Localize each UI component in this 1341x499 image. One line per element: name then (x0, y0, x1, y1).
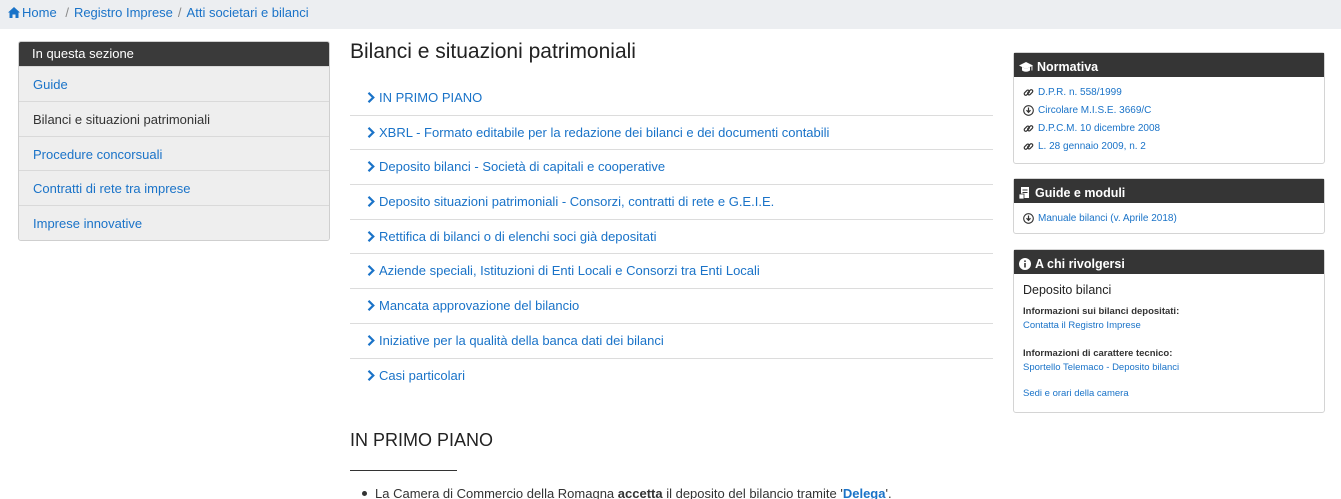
guide-link[interactable]: Manuale bilanci (v. Aprile 2018) (1023, 209, 1324, 227)
sidebar-item-contratti-di-rete[interactable]: Contratti di rete tra imprese (19, 170, 329, 206)
normativa-link-label: D.P.R. n. 558/1999 (1038, 86, 1122, 98)
download-icon (1023, 212, 1034, 224)
breadcrumb-home[interactable]: Home (8, 5, 60, 20)
news-text-bold: accetta (617, 486, 663, 499)
contacts-title: A chi rivolgersi (1035, 257, 1125, 271)
topic-link-row[interactable]: Rettifica di bilanci o di elenchi soci g… (350, 220, 993, 255)
normativa-box: Normativa D.P.R. n. 558/1999 Circolare M.… (1013, 52, 1325, 164)
topic-link-row[interactable]: Deposito situazioni patrimoniali - Conso… (350, 185, 993, 220)
breadcrumb-home-label: Home (22, 5, 57, 20)
normativa-link-label: L. 28 gennaio 2009, n. 2 (1038, 140, 1146, 152)
section-divider (350, 470, 457, 471)
download-icon (1023, 104, 1034, 116)
topic-link-row[interactable]: Deposito bilanci - Società di capitali e… (350, 150, 993, 186)
news-text-prefix: La Camera di Commercio della Romagna (375, 486, 618, 499)
chevron-right-icon (367, 92, 375, 103)
topic-link-label: Aziende speciali, Istituzioni di Enti Lo… (379, 263, 760, 279)
section-sidebar: In questa sezione Guide Bilanci e situaz… (18, 41, 330, 241)
topic-link-row[interactable]: XBRL - Formato editabile per la redazion… (350, 116, 993, 151)
normativa-list: D.P.R. n. 558/1999 Circolare M.I.S.E. 366… (1014, 77, 1324, 155)
normativa-link[interactable]: D.P.R. n. 558/1999 (1023, 83, 1324, 101)
contacts-header: A chi rivolgersi (1014, 250, 1324, 274)
breadcrumb-separator: / (177, 5, 182, 20)
sidebar-item-bilanci[interactable]: Bilanci e situazioni patrimoniali (19, 100, 329, 136)
chevron-right-icon (367, 334, 375, 346)
breadcrumb-separator: / (65, 5, 69, 20)
topic-link-label: Deposito situazioni patrimoniali - Conso… (379, 194, 775, 210)
topic-link-row[interactable]: Mancata approvazione del bilancio (350, 289, 993, 324)
home-icon (8, 7, 20, 18)
breadcrumb-atti-societari[interactable]: Atti societari e bilanci (187, 5, 309, 20)
chevron-right-icon (367, 369, 375, 381)
topic-link-list: IN PRIMO PIANO XBRL - Formato editabile p… (350, 81, 993, 393)
chevron-right-icon (367, 300, 375, 312)
contacts-subtitle: Deposito bilanci (1023, 283, 1112, 297)
topic-link-row[interactable]: IN PRIMO PIANO (350, 81, 993, 116)
bullet-dot (362, 491, 367, 496)
chevron-right-icon (367, 196, 375, 208)
news-text-middle: il deposito del bilancio tramite ' (662, 486, 843, 499)
normativa-link[interactable]: L. 28 gennaio 2009, n. 2 (1023, 137, 1324, 155)
normativa-link[interactable]: D.P.C.M. 10 dicembre 2008 (1023, 119, 1324, 137)
link-icon (1023, 88, 1034, 96)
topic-link-label: IN PRIMO PIANO (379, 90, 483, 105)
contacts-label-tecnico: Informazioni di carattere tecnico: (1023, 348, 1173, 359)
breadcrumb-registro-imprese[interactable]: Registro Imprese (74, 5, 173, 20)
sidebar-item-procedure-concorsuali[interactable]: Procedure concorsuali (19, 135, 329, 171)
delega-link[interactable]: Delega (843, 486, 886, 499)
topic-link-row[interactable]: Casi particolari (350, 359, 993, 394)
topic-link-label: Iniziative per la qualità della banca da… (379, 332, 664, 348)
topic-link-row[interactable]: Aziende speciali, Istituzioni di Enti Lo… (350, 254, 993, 290)
guide-list: Manuale bilanci (v. Aprile 2018) (1014, 203, 1324, 227)
topic-link-label: XBRL - Formato editabile per la redazion… (379, 124, 830, 140)
sidebar-item-guide[interactable]: Guide (19, 66, 329, 101)
chevron-right-icon (367, 126, 375, 138)
page-title: Bilanci e situazioni patrimoniali (350, 40, 636, 63)
contacts-label-bilanci: Informazioni sui bilanci depositati: (1023, 306, 1180, 317)
contacts-body: Deposito bilanci Informazioni sui bilanc… (1014, 274, 1324, 399)
sportello-telemaco-link[interactable]: Sportello Telemaco - Deposito bilanci (1023, 362, 1324, 373)
chevron-right-icon (367, 161, 375, 173)
section-title: IN PRIMO PIANO (350, 430, 494, 450)
normativa-link-label: D.P.C.M. 10 dicembre 2008 (1038, 122, 1161, 134)
contacts-box: A chi rivolgersi Deposito bilanci Inform… (1013, 249, 1325, 413)
contatta-registro-link[interactable]: Contatta il Registro Imprese (1023, 320, 1324, 331)
link-icon (1023, 142, 1034, 150)
document-icon (1019, 187, 1029, 199)
topic-link-label: Mancata approvazione del bilancio (379, 298, 580, 314)
sidebar-item-imprese-innovative[interactable]: Imprese innovative (19, 205, 329, 240)
normativa-link[interactable]: Circolare M.I.S.E. 3669/C (1023, 101, 1324, 119)
link-icon (1023, 124, 1034, 132)
sidebar-title: In questa sezione (19, 42, 329, 66)
main-content: Bilanci e situazioni patrimoniali IN PRI… (350, 40, 993, 499)
news-text-suffix: '. (885, 486, 892, 499)
sedi-orari-link[interactable]: Sedi e orari della camera (1023, 388, 1324, 399)
topic-link-label: Rettifica di bilanci o di elenchi soci g… (379, 228, 657, 244)
topic-link-label: Deposito bilanci - Società di capitali e… (379, 159, 666, 175)
normativa-link-label: Circolare M.I.S.E. 3669/C (1038, 104, 1152, 116)
graduation-cap-icon (1019, 61, 1033, 72)
topic-link-label: Casi particolari (379, 367, 465, 383)
news-bullet: La Camera di Commercio della Romagna acc… (362, 486, 892, 499)
guide-box: Guide e moduli Manuale bilanci (v. April… (1013, 178, 1325, 234)
normativa-header: Normativa (1014, 53, 1324, 77)
breadcrumb: Home / Registro Imprese / Atti societari e … (8, 5, 309, 20)
breadcrumb-bar: Home / Registro Imprese / Atti societari e … (0, 0, 1341, 29)
normativa-title: Normativa (1037, 60, 1099, 74)
guide-title: Guide e moduli (1035, 186, 1126, 200)
chevron-right-icon (367, 230, 375, 242)
info-icon (1019, 258, 1031, 270)
chevron-right-icon (367, 265, 375, 277)
topic-link-row[interactable]: Iniziative per la qualità della banca da… (350, 324, 993, 359)
guide-link-label: Manuale bilanci (v. Aprile 2018) (1038, 212, 1177, 224)
guide-header: Guide e moduli (1014, 179, 1324, 203)
